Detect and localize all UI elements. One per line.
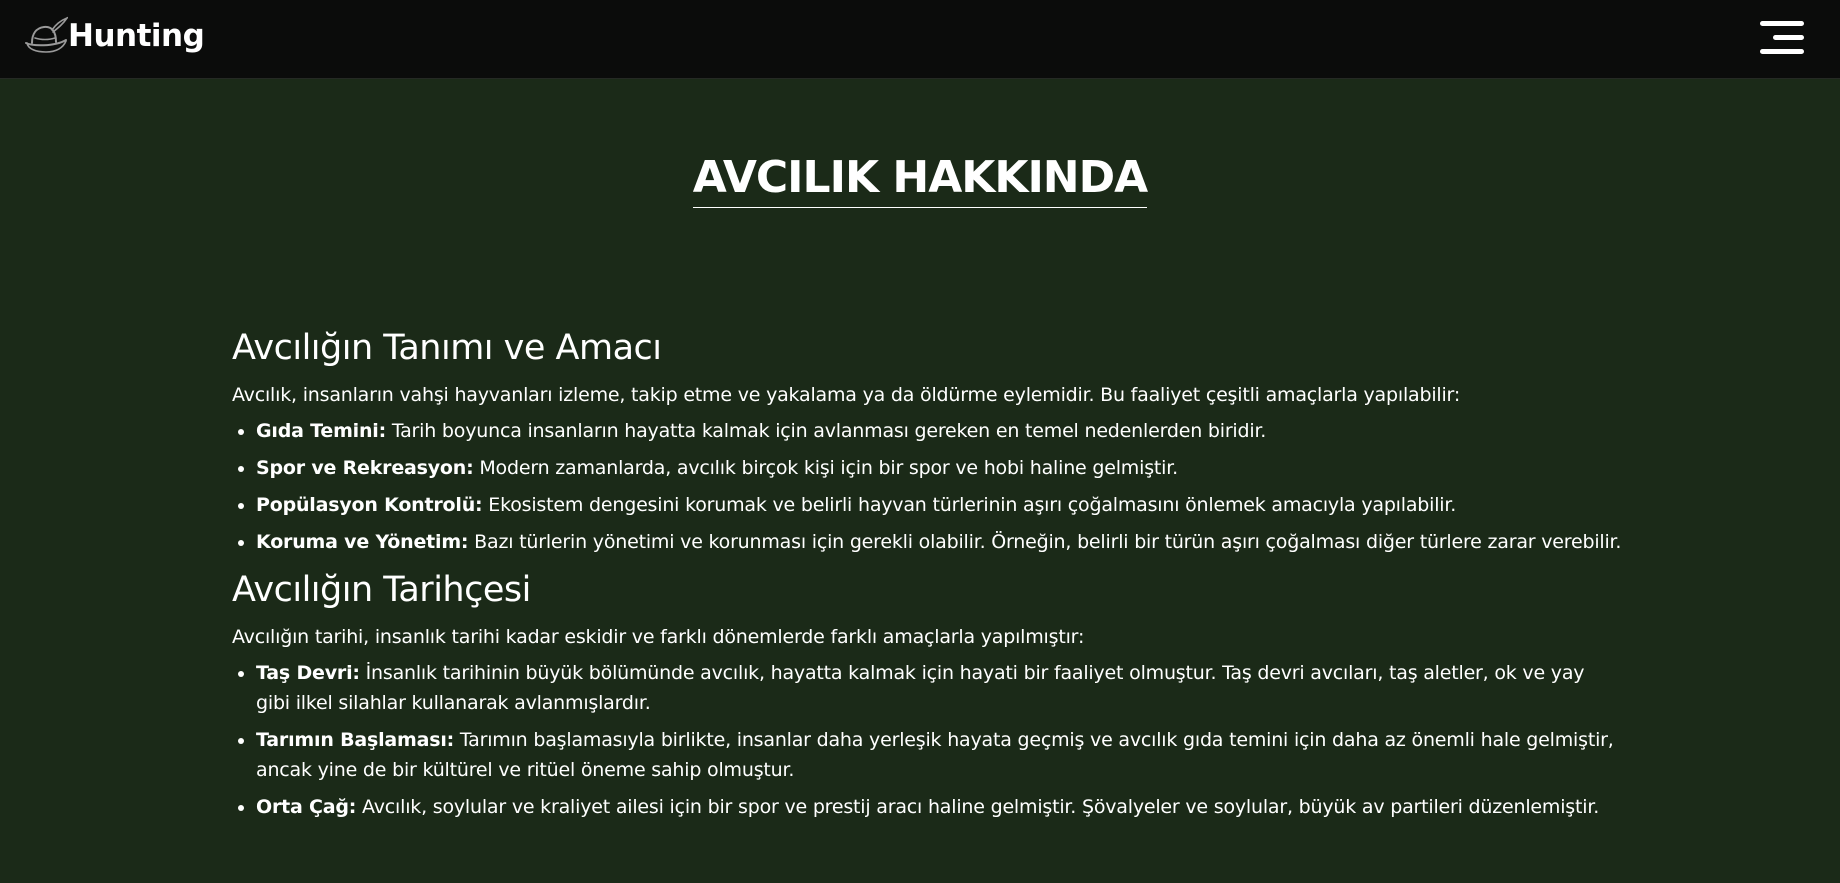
list-item-label: Orta Çağ: xyxy=(256,796,357,818)
history-list: Taş Devri: İnsanlık tarihinin büyük bölü… xyxy=(232,658,1622,822)
brand-name: Hunting xyxy=(68,18,205,54)
list-item: Popülasyon Kontrolü: Ekosistem dengesini… xyxy=(256,490,1622,520)
list-item: Tarımın Başlaması: Tarımın başlamasıyla … xyxy=(256,725,1622,785)
hunting-hat-icon xyxy=(25,16,68,53)
section-heading: Avcılığın Tanımı ve Amacı xyxy=(232,328,662,368)
list-item-text: Avcılık, soylular ve kraliyet ailesi içi… xyxy=(356,796,1600,818)
list-item-label: Taş Devri: xyxy=(256,662,360,684)
list-item-label: Spor ve Rekreasyon: xyxy=(256,457,474,479)
menu-line xyxy=(1760,21,1804,26)
section-heading: Avcılığın Tarihçesi xyxy=(232,570,531,610)
section-definition: Avcılığın Tanımı ve Amacı Avcılık, insan… xyxy=(232,322,1622,557)
brand-link[interactable]: Hunting xyxy=(22,14,205,58)
menu-line xyxy=(1773,35,1804,40)
list-item: Taş Devri: İnsanlık tarihinin büyük bölü… xyxy=(256,658,1622,718)
list-item: Gıda Temini: Tarih boyunca insanların ha… xyxy=(256,416,1622,446)
page-title: AVCILIK HAKKINDA xyxy=(692,150,1148,208)
section-intro: Avcılığın tarihi, insanlık tarihi kadar … xyxy=(232,626,1085,648)
list-item-text: Modern zamanlarda, avcılık birçok kişi i… xyxy=(473,457,1178,479)
menu-line xyxy=(1760,49,1804,54)
list-item: Orta Çağ: Avcılık, soylular ve kraliyet … xyxy=(256,792,1622,822)
list-item-label: Tarımın Başlaması: xyxy=(256,729,455,751)
main-content: Avcılığın Tanımı ve Amacı Avcılık, insan… xyxy=(232,322,1622,829)
list-item: Spor ve Rekreasyon: Modern zamanlarda, a… xyxy=(256,453,1622,483)
hamburger-menu-icon[interactable] xyxy=(1760,20,1804,56)
list-item-label: Koruma ve Yönetim: xyxy=(256,531,469,553)
list-item: Koruma ve Yönetim: Bazı türlerin yönetim… xyxy=(256,527,1622,557)
section-intro: Avcılık, insanların vahşi hayvanları izl… xyxy=(232,384,1461,406)
list-item-text: Bazı türlerin yönetimi ve korunması için… xyxy=(468,531,1622,553)
list-item-text: Ekosistem dengesini korumak ve belirli h… xyxy=(482,494,1457,516)
list-item-text: Tarımın başlamasıyla birlikte, insanlar … xyxy=(256,729,1614,781)
section-history: Avcılığın Tarihçesi Avcılığın tarihi, in… xyxy=(232,564,1622,822)
list-item-label: Popülasyon Kontrolü: xyxy=(256,494,483,516)
navbar: Hunting xyxy=(0,0,1840,79)
list-item-text: İnsanlık tarihinin büyük bölümünde avcıl… xyxy=(256,662,1585,714)
definition-list: Gıda Temini: Tarih boyunca insanların ha… xyxy=(232,416,1622,557)
page-title-container: AVCILIK HAKKINDA xyxy=(0,150,1840,208)
list-item-label: Gıda Temini: xyxy=(256,420,387,442)
list-item-text: Tarih boyunca insanların hayatta kalmak … xyxy=(386,420,1267,442)
